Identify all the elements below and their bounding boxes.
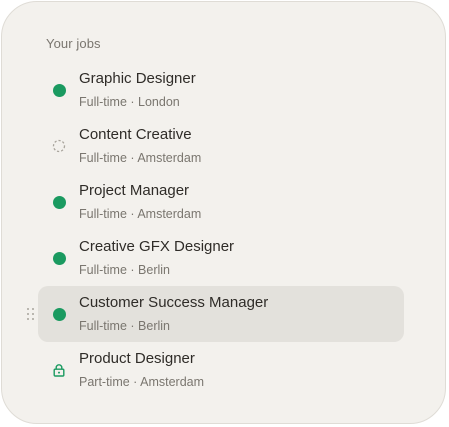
job-item-graphic-designer[interactable]: Graphic Designer Full-time · London [2, 62, 445, 118]
active-dot-icon [52, 251, 66, 265]
job-meta: Part-time · Amsterdam [79, 375, 205, 389]
job-item-content-creative[interactable]: Content Creative Full-time · Amsterdam [2, 118, 445, 174]
drag-handle-icon[interactable] [26, 307, 36, 321]
job-item-product-designer[interactable]: Product Designer Part-time · Amsterdam [2, 342, 445, 398]
job-meta: Full-time · Amsterdam [79, 151, 202, 165]
job-meta: Full-time · London [79, 95, 180, 109]
active-dot-icon [52, 83, 66, 97]
job-meta: Full-time · Berlin [79, 319, 170, 333]
lock-icon [52, 363, 66, 377]
active-dot-icon [52, 307, 66, 321]
job-meta: Full-time · Amsterdam [79, 207, 202, 221]
job-title: Content Creative [79, 126, 192, 143]
job-title: Graphic Designer [79, 70, 196, 87]
job-title: Project Manager [79, 182, 190, 199]
job-title: Customer Success Manager [79, 294, 269, 311]
dashed-circle-icon [52, 139, 66, 153]
job-list: Graphic Designer Full-time · London Cont… [2, 62, 445, 398]
jobs-card: Your jobs Graphic Designer Full-time · L… [1, 1, 446, 424]
job-meta: Full-time · Berlin [79, 263, 170, 277]
job-title: Product Designer [79, 350, 195, 367]
section-title: Your jobs [46, 36, 101, 51]
job-item-project-manager[interactable]: Project Manager Full-time · Amsterdam [2, 174, 445, 230]
job-item-creative-gfx-designer[interactable]: Creative GFX Designer Full-time · Berlin [2, 230, 445, 286]
job-item-customer-success-manager[interactable]: Customer Success Manager Full-time · Ber… [2, 286, 445, 342]
job-title: Creative GFX Designer [79, 238, 235, 255]
active-dot-icon [52, 195, 66, 209]
